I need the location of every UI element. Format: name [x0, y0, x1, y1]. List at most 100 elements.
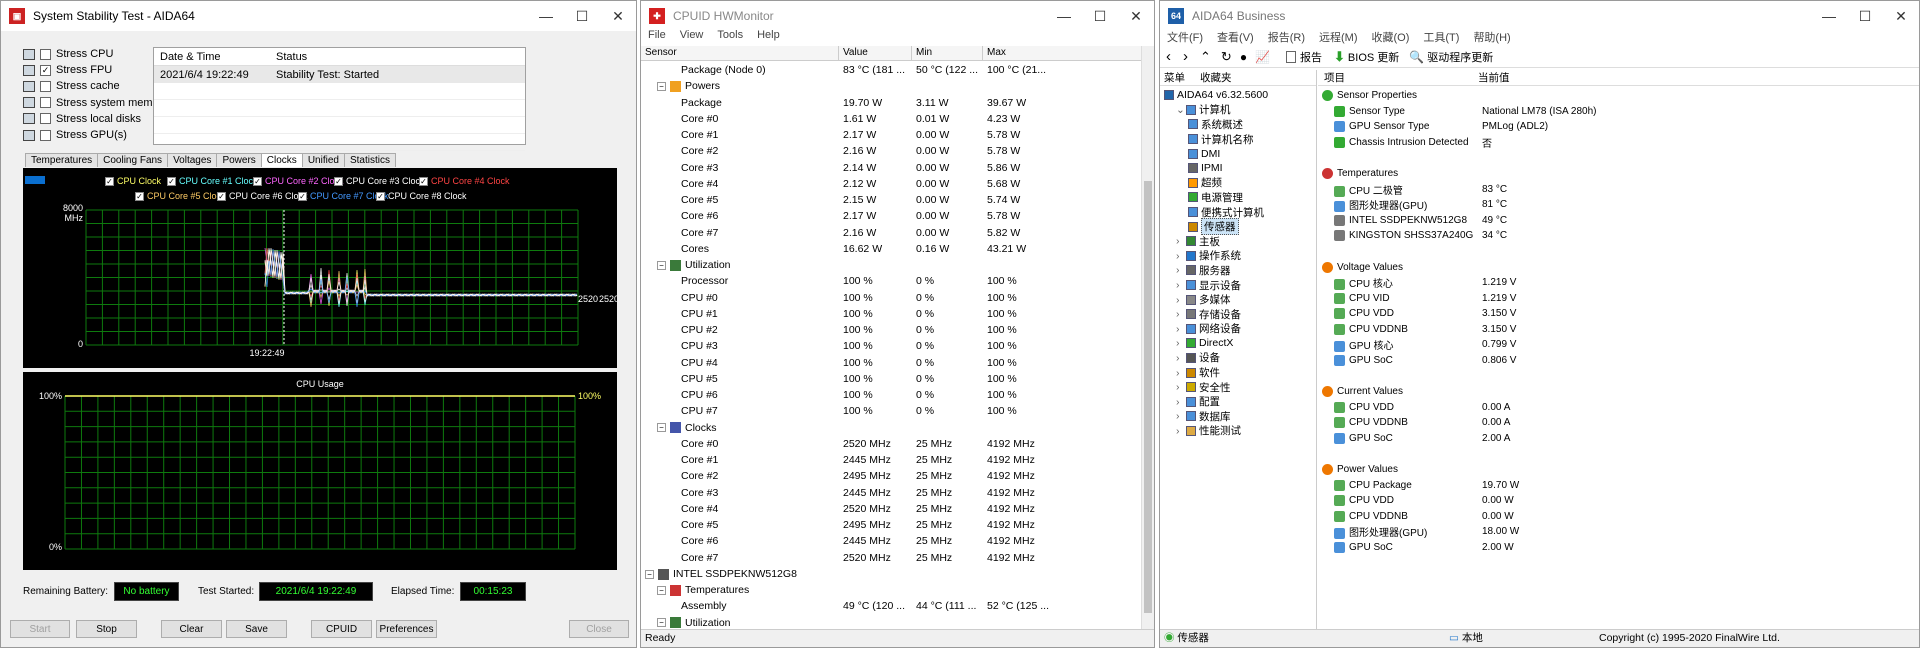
sensor-property-row[interactable]: GPU SoC 2.00 W	[1322, 540, 1919, 556]
sensor-property-row[interactable]: CPU VDD 3.150 V	[1322, 306, 1919, 322]
tree-expander-icon[interactable]: ›	[1176, 425, 1186, 437]
tab-statistics[interactable]: Statistics	[343, 153, 396, 167]
stress-option[interactable]: Stress GPU(s)	[23, 128, 127, 142]
hw-menu-view[interactable]: View	[680, 29, 704, 45]
aida-maximize-button[interactable]: ☐	[1847, 1, 1883, 31]
stress-checkbox[interactable]	[40, 129, 51, 141]
stress-option[interactable]: ✓ Stress FPU	[23, 63, 112, 77]
tab-cooling-fans[interactable]: Cooling Fans	[97, 153, 169, 167]
tree-item[interactable]: › 数据库	[1160, 409, 1316, 424]
tree-expander-icon[interactable]: ›	[1176, 323, 1186, 335]
expand-icon[interactable]: −	[657, 585, 666, 595]
aida-menu-item[interactable]: 远程(M)	[1319, 29, 1358, 45]
stress-option[interactable]: Stress cache	[23, 79, 120, 93]
tree-item[interactable]: › 设备	[1160, 351, 1316, 366]
sensor-property-row[interactable]: INTEL SSDPEKNW512G8 49 °C	[1322, 213, 1919, 229]
sensor-property-row[interactable]: GPU Sensor Type PMLog (ADL2)	[1322, 119, 1919, 135]
tab-clocks[interactable]: Clocks	[260, 153, 303, 167]
sensor-property-row[interactable]: GPU SoC 2.00 A	[1322, 431, 1919, 447]
tree-expander-icon[interactable]: ›	[1176, 308, 1186, 320]
aida-menu-item[interactable]: 查看(V)	[1217, 29, 1254, 45]
col-sensor[interactable]: Sensor	[641, 46, 839, 60]
expand-icon[interactable]: −	[657, 423, 666, 433]
tab-unified[interactable]: Unified	[301, 153, 345, 167]
col-current-value[interactable]: 当前值	[1478, 70, 1510, 85]
col-max[interactable]: Max	[983, 46, 1143, 60]
tree-item[interactable]: ⌄ 计算机	[1160, 103, 1316, 118]
tree-item[interactable]: 计算机名称	[1160, 132, 1316, 147]
expand-icon[interactable]: −	[657, 260, 666, 270]
hw-menu-help[interactable]: Help	[757, 29, 780, 45]
hw-minimize-button[interactable]: —	[1046, 1, 1082, 31]
sensor-property-row[interactable]: CPU Package 19.70 W	[1322, 478, 1919, 494]
tree-item[interactable]: 便携式计算机	[1160, 205, 1316, 220]
aida-minimize-button[interactable]: —	[1811, 1, 1847, 31]
save-button[interactable]: Save	[226, 620, 287, 638]
clear-button[interactable]: Clear	[161, 620, 222, 638]
tree-item[interactable]: › DirectX	[1160, 336, 1316, 351]
preferences-button[interactable]: Preferences	[376, 620, 437, 638]
tree-item[interactable]: › 显示设备	[1160, 278, 1316, 293]
sensor-row[interactable]: CPU #4 100 % 0 % 100 %	[641, 355, 1143, 371]
cpuid-button[interactable]: CPUID	[311, 620, 372, 638]
stress-checkbox[interactable]	[40, 113, 51, 125]
aida-menu-item[interactable]: 工具(T)	[1423, 29, 1459, 45]
sensor-property-row[interactable]: GPU SoC 0.806 V	[1322, 353, 1919, 369]
tree-item[interactable]: 超频	[1160, 176, 1316, 191]
tree-expander-icon[interactable]: ›	[1176, 264, 1186, 276]
close-button[interactable]: Close	[569, 620, 629, 638]
tree-expander-icon[interactable]: ›	[1176, 235, 1186, 247]
bios-update-button[interactable]: BIOS 更新	[1348, 49, 1399, 65]
tree-item[interactable]: 系统概述	[1160, 117, 1316, 132]
sensor-row[interactable]: Core #3 2445 MHz 25 MHz 4192 MHz	[641, 485, 1143, 501]
aida-menu-item[interactable]: 报告(R)	[1268, 29, 1305, 45]
log-row[interactable]: 2021/6/4 19:22:49 Stability Test: Starte…	[154, 66, 525, 83]
tree-tab-menu[interactable]: 菜单	[1160, 70, 1200, 85]
sensor-row[interactable]: CPU #2 100 % 0 % 100 %	[641, 322, 1143, 338]
col-min[interactable]: Min	[912, 46, 983, 60]
back-icon[interactable]: ‹	[1166, 48, 1171, 65]
sensor-row[interactable]: Core #1 2445 MHz 25 MHz 4192 MHz	[641, 452, 1143, 468]
sensor-property-row[interactable]: Chassis Intrusion Detected 否	[1322, 135, 1919, 151]
tree-expander-icon[interactable]: ›	[1176, 352, 1186, 364]
sensor-property-row[interactable]: 图形处理器(GPU) 18.00 W	[1322, 524, 1919, 540]
sensor-row[interactable]: CPU #5 100 % 0 % 100 %	[641, 371, 1143, 387]
aida-menu-item[interactable]: 帮助(H)	[1473, 29, 1510, 45]
up-icon[interactable]: ⌃	[1200, 49, 1211, 65]
sensor-row[interactable]: Core #7 2.16 W 0.00 W 5.82 W	[641, 225, 1143, 241]
sensor-row[interactable]: CPU #3 100 % 0 % 100 %	[641, 338, 1143, 354]
sensor-row[interactable]: Core #4 2.12 W 0.00 W 5.68 W	[641, 176, 1143, 192]
tree-item[interactable]: AIDA64 v6.32.5600	[1160, 88, 1316, 103]
stress-option[interactable]: Stress CPU	[23, 47, 113, 61]
tree-tab-favorites[interactable]: 收藏夹	[1200, 70, 1232, 85]
tree-item[interactable]: 电源管理	[1160, 190, 1316, 205]
hw-menu-file[interactable]: File	[648, 29, 666, 45]
tree-expander-icon[interactable]: ›	[1176, 410, 1186, 422]
sensor-row[interactable]: Processor 100 % 0 % 100 %	[641, 273, 1143, 289]
close-window-button[interactable]: ✕	[600, 1, 636, 31]
forward-icon[interactable]: ›	[1183, 48, 1188, 65]
tree-item[interactable]: › 多媒体	[1160, 292, 1316, 307]
tree-item[interactable]: › 配置	[1160, 394, 1316, 409]
sensor-row[interactable]: Core #0 2520 MHz 25 MHz 4192 MHz	[641, 436, 1143, 452]
sensor-group[interactable]: − Powers	[641, 78, 1143, 94]
sensor-group[interactable]: − Temperatures	[641, 582, 1143, 598]
tab-temperatures[interactable]: Temperatures	[25, 153, 99, 167]
sensor-property-row[interactable]: CPU VDD 0.00 A	[1322, 400, 1919, 416]
tree-item[interactable]: › 安全性	[1160, 380, 1316, 395]
tree-expander-icon[interactable]: ›	[1176, 337, 1186, 349]
sensor-row[interactable]: CPU #6 100 % 0 % 100 %	[641, 387, 1143, 403]
stress-checkbox[interactable]	[40, 97, 51, 109]
sensor-row[interactable]: Core #2 2.16 W 0.00 W 5.78 W	[641, 143, 1143, 159]
sensor-property-row[interactable]: Sensor Type National LM78 (ISA 280h)	[1322, 104, 1919, 120]
refresh-icon[interactable]: ↻	[1221, 49, 1232, 65]
sensor-row[interactable]: Core #6 2445 MHz 25 MHz 4192 MHz	[641, 533, 1143, 549]
sensor-row[interactable]: Core #7 2520 MHz 25 MHz 4192 MHz	[641, 550, 1143, 566]
sensor-group[interactable]: − Utilization	[641, 257, 1143, 273]
tree-expander-icon[interactable]: ⌄	[1176, 104, 1186, 116]
aida-menu-item[interactable]: 收藏(O)	[1372, 29, 1410, 45]
expand-icon[interactable]: −	[657, 82, 666, 92]
sensor-property-row[interactable]: CPU 二极管 83 °C	[1322, 182, 1919, 198]
sensor-property-row[interactable]: GPU 核心 0.799 V	[1322, 337, 1919, 353]
tree-item[interactable]: 传感器	[1160, 218, 1316, 236]
